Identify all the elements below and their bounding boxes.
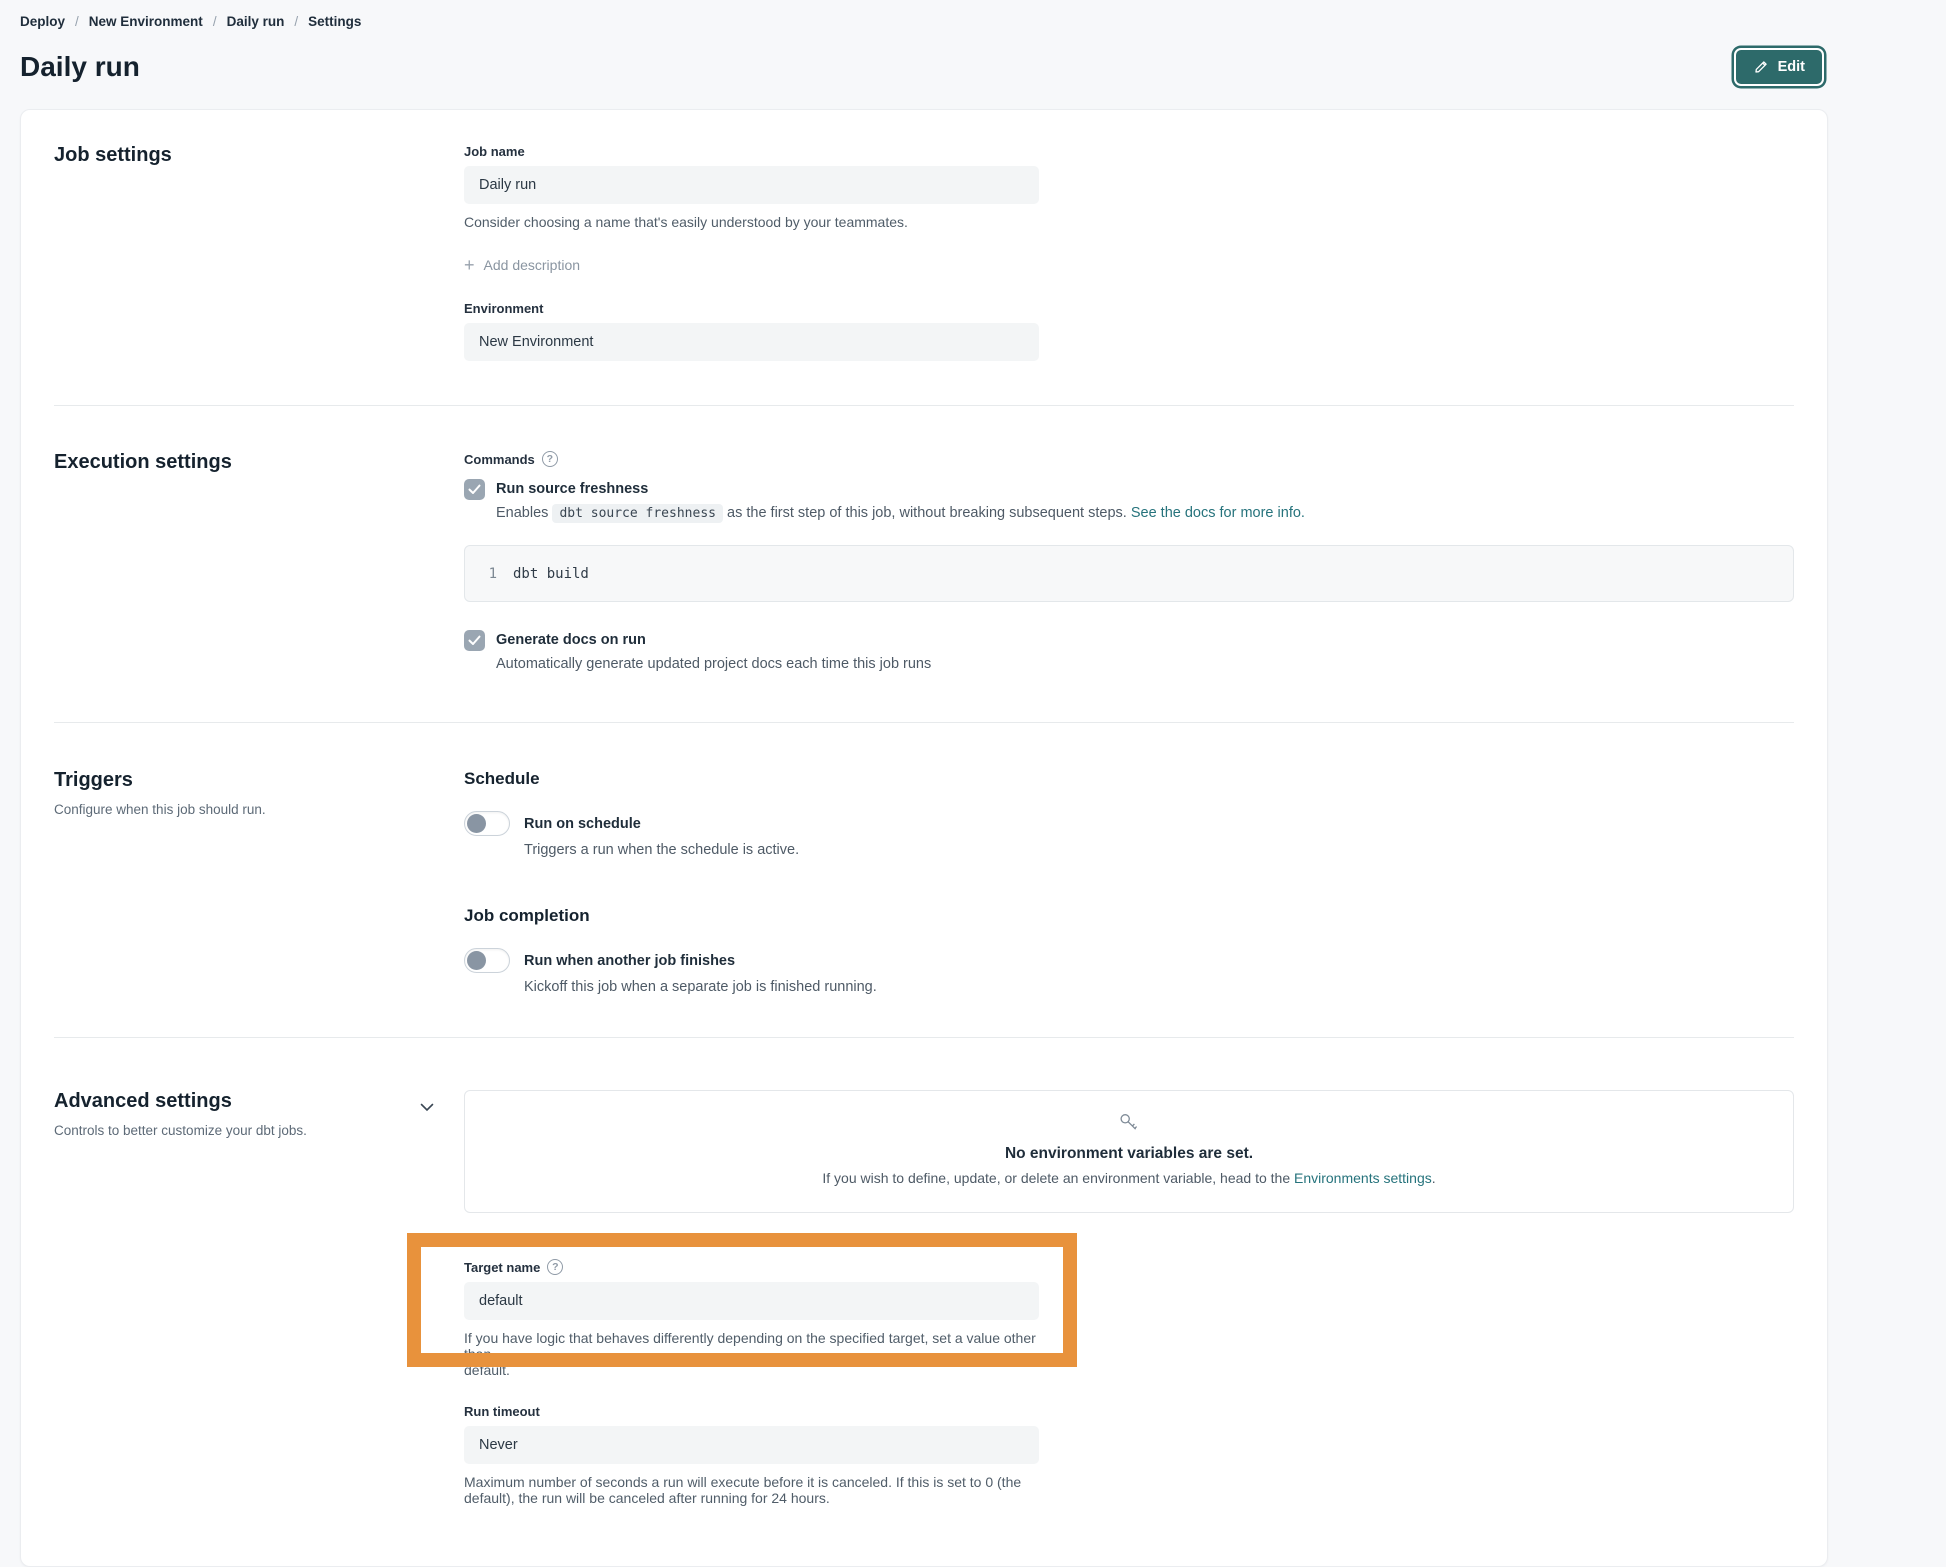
page-title: Daily run [20,51,140,83]
commands-label: Commands ? [464,451,1794,467]
job-completion-heading: Job completion [464,906,1794,926]
commands-code-editor[interactable]: 1 dbt build [464,545,1794,602]
section-execution-settings: Execution settings Commands ? Run source… [54,406,1794,723]
freshness-desc-suffix: as the first step of this job, without b… [727,505,1127,521]
freshness-desc-prefix: Enables [496,505,548,521]
add-description-button[interactable]: + Add description [464,257,580,273]
commands-label-text: Commands [464,452,535,467]
edit-button-label: Edit [1778,59,1805,75]
key-icon [1117,1111,1141,1135]
triggers-subheading: Configure when this job should run. [54,802,354,817]
environments-settings-link[interactable]: Environments settings [1294,1170,1432,1186]
section-advanced-settings: Advanced settings Controls to better cus… [54,1038,1794,1566]
run-when-job-finishes-toggle[interactable] [464,948,510,973]
editor-line-number: 1 [465,566,513,582]
env-vars-desc-period: . [1432,1170,1436,1186]
settings-card: Job settings Job name Daily run Consider… [20,109,1828,1567]
generate-docs-label: Generate docs on run [496,630,646,648]
run-when-job-finishes-label: Run when another job finishes [524,953,735,969]
page-header: Daily run Edit [20,41,1828,93]
generate-docs-row: Generate docs on run [464,630,1794,651]
pencil-icon [1753,59,1769,75]
inline-code-freshness: dbt source freshness [552,504,723,523]
env-vars-desc: If you wish to define, update, or delete… [485,1170,1773,1186]
chevron-down-icon [420,1103,434,1112]
plus-icon: + [464,258,475,272]
breadcrumb-item-environment[interactable]: New Environment [89,14,203,29]
breadcrumb-separator: / [213,14,217,29]
run-when-job-finishes-row: Run when another job finishes [464,948,1794,973]
env-vars-title: No environment variables are set. [485,1145,1773,1163]
breadcrumb-separator: / [294,14,298,29]
add-description-label: Add description [484,257,581,273]
question-circle-icon[interactable]: ? [542,451,558,467]
advanced-settings-subheading: Controls to better customize your dbt jo… [54,1123,354,1138]
triggers-heading: Triggers [54,769,434,792]
checkmark-icon [468,484,481,495]
breadcrumb: Deploy / New Environment / Daily run / S… [20,0,1828,29]
run-timeout-helper: Maximum number of seconds a run will exe… [464,1474,1054,1506]
run-timeout-label: Run timeout [464,1404,1794,1419]
collapse-section-button[interactable] [416,1096,438,1119]
run-timeout-group: Run timeout Never Maximum number of seco… [464,1404,1794,1506]
run-on-schedule-row: Run on schedule [464,811,1794,836]
environment-label: Environment [464,301,1794,316]
target-name-helper-line1: If you have logic that behaves different… [464,1330,1054,1362]
checkmark-icon [468,635,481,646]
edit-button[interactable]: Edit [1734,48,1824,86]
toggle-knob [467,951,486,970]
question-circle-icon[interactable]: ? [547,1259,563,1275]
section-triggers: Triggers Configure when this job should … [54,723,1794,1038]
breadcrumb-separator: / [75,14,79,29]
schedule-heading: Schedule [464,769,1794,789]
run-on-schedule-label: Run on schedule [524,816,641,832]
run-on-schedule-toggle[interactable] [464,811,510,836]
job-name-field[interactable]: Daily run [464,166,1039,204]
environment-field[interactable]: New Environment [464,323,1039,361]
target-name-helper-line2: default. [464,1362,1054,1378]
breadcrumb-item-job[interactable]: Daily run [227,14,285,29]
env-vars-panel: No environment variables are set. If you… [464,1090,1794,1213]
toggle-knob [467,814,486,833]
target-name-label: Target name ? [464,1259,1084,1275]
execution-settings-heading: Execution settings [54,451,434,474]
generate-docs-desc: Automatically generate updated project d… [496,656,1794,672]
job-name-label: Job name [464,144,1794,159]
job-name-helper: Consider choosing a name that's easily u… [464,214,1794,230]
page-container: Deploy / New Environment / Daily run / S… [20,0,1828,1567]
run-source-freshness-desc: Enables dbt source freshness as the firs… [496,505,1794,521]
breadcrumb-current-settings: Settings [308,14,361,29]
target-name-field[interactable]: default [464,1282,1039,1320]
docs-link[interactable]: See the docs for more info. [1131,505,1305,521]
run-source-freshness-checkbox[interactable] [464,479,485,500]
run-on-schedule-desc: Triggers a run when the schedule is acti… [524,842,1794,858]
editor-code: dbt build [513,566,589,582]
run-timeout-field[interactable]: Never [464,1426,1039,1464]
run-source-freshness-label: Run source freshness [496,479,648,497]
generate-docs-checkbox[interactable] [464,630,485,651]
run-source-freshness-row: Run source freshness [464,479,1794,500]
breadcrumb-item-deploy[interactable]: Deploy [20,14,65,29]
env-vars-desc-text: If you wish to define, update, or delete… [822,1170,1290,1186]
target-name-group: Target name ? default If you have logic … [464,1259,1084,1378]
target-name-label-text: Target name [464,1260,540,1275]
section-job-settings: Job settings Job name Daily run Consider… [54,110,1794,406]
run-when-job-finishes-desc: Kickoff this job when a separate job is … [524,979,1794,995]
job-settings-heading: Job settings [54,144,434,167]
advanced-settings-heading: Advanced settings [54,1090,434,1113]
target-name-helper: If you have logic that behaves different… [464,1330,1054,1378]
